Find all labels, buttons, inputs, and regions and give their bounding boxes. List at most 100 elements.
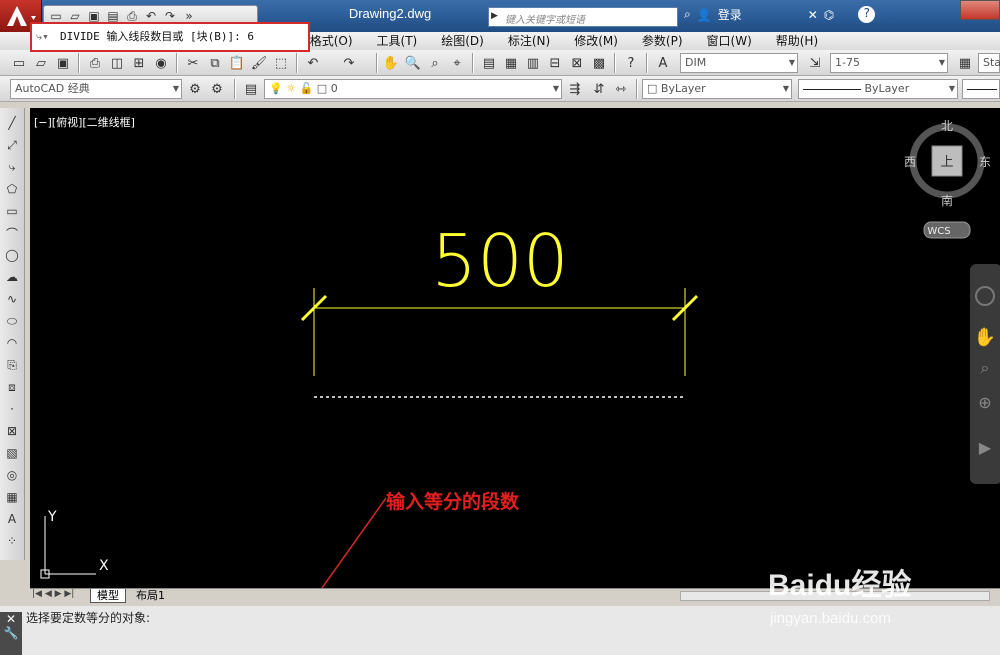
color-select[interactable]: □ ByLayer ▼: [642, 79, 792, 99]
binoculars-icon[interactable]: ⌕: [684, 7, 691, 22]
menu-item[interactable]: 修改(M): [574, 32, 618, 50]
orbit-icon[interactable]: ⊕: [978, 393, 991, 412]
line-icon[interactable]: ╱: [3, 114, 21, 132]
zoom-icon[interactable]: ⌕: [981, 358, 990, 377]
workspace-settings-icon[interactable]: ⚙: [208, 80, 226, 98]
ellipse-arc-icon[interactable]: ◠: [3, 334, 21, 352]
menu-item[interactable]: 参数(P): [642, 32, 683, 50]
compass-north[interactable]: 北: [941, 119, 953, 133]
dim-style-select[interactable]: DIM ▼: [680, 53, 798, 73]
scale-select[interactable]: 1-75 ▼: [830, 53, 948, 73]
lineweight-select[interactable]: [962, 79, 1000, 99]
layer-previous-icon[interactable]: ⇵: [590, 80, 608, 98]
tab-model[interactable]: 模型: [90, 589, 126, 603]
close-window-button[interactable]: [960, 0, 1000, 20]
close-icon[interactable]: ✕: [0, 612, 22, 626]
layer-state-icon[interactable]: ⇿: [612, 80, 630, 98]
table-icon[interactable]: ▦: [3, 488, 21, 506]
pan-icon[interactable]: ✋: [382, 54, 400, 72]
ellipse-icon[interactable]: ⬭: [3, 312, 21, 330]
text-style-icon[interactable]: A: [654, 54, 672, 72]
menu-item[interactable]: 格式(O): [310, 32, 353, 50]
zoom-realtime-icon[interactable]: 🔍: [404, 54, 422, 72]
menu-item[interactable]: 帮助(H): [776, 32, 818, 50]
save-icon[interactable]: ▣: [54, 54, 72, 72]
calculator-icon[interactable]: ▩: [590, 54, 608, 72]
arc-icon[interactable]: ⌒: [3, 224, 21, 242]
print-icon[interactable]: ⎙: [86, 54, 104, 72]
cut-icon[interactable]: ✂: [184, 54, 202, 72]
design-center-icon[interactable]: ▦: [502, 54, 520, 72]
gear-icon[interactable]: ⚙: [186, 80, 204, 98]
revision-cloud-icon[interactable]: ☁: [3, 268, 21, 286]
command-input[interactable]: ⤷▾ DIVIDE 输入线段数目或 [块(B)]: 6: [30, 22, 310, 52]
block-editor-icon[interactable]: ⬚: [272, 54, 290, 72]
viewport-controls[interactable]: [−][俯视][二维线框]: [34, 114, 135, 130]
search-input[interactable]: ▶ 键入关键字或短语: [488, 7, 678, 27]
dim-style-icon[interactable]: ⇲: [806, 54, 824, 72]
tool-palettes-icon[interactable]: ▥: [524, 54, 542, 72]
spline-icon[interactable]: ∿: [3, 290, 21, 308]
help-icon[interactable]: ?: [622, 54, 640, 72]
construction-line-icon[interactable]: ⤢: [3, 136, 21, 154]
compass-east[interactable]: 东: [979, 155, 991, 169]
tab-layout1[interactable]: 布局1: [130, 589, 171, 603]
menu-item[interactable]: 窗口(W): [707, 32, 752, 50]
user-icon[interactable]: 👤: [697, 8, 712, 22]
open-icon[interactable]: ▱: [32, 54, 50, 72]
new-icon[interactable]: ▭: [10, 54, 28, 72]
login-link[interactable]: 登录: [718, 6, 742, 23]
region-icon[interactable]: ◎: [3, 466, 21, 484]
compass-south[interactable]: 南: [941, 193, 953, 208]
zoom-previous-icon[interactable]: ⌖: [448, 54, 466, 72]
tab-nav-arrows-icon[interactable]: |◀ ◀ ▶ ▶|: [32, 589, 74, 599]
insert-block-icon[interactable]: ⎘: [3, 356, 21, 374]
menu-item[interactable]: 绘图(D): [441, 32, 484, 50]
publish-icon[interactable]: ⊞: [130, 54, 148, 72]
3d-icon[interactable]: ◉: [152, 54, 170, 72]
preview-icon[interactable]: ◫: [108, 54, 126, 72]
layer-select[interactable]: 💡 ☼ 🔓 □ 0 ▼: [264, 79, 562, 99]
sheet-set-icon[interactable]: ⊟: [546, 54, 564, 72]
gradient-icon[interactable]: ▧: [3, 444, 21, 462]
hatch-icon[interactable]: ⊠: [3, 422, 21, 440]
linetype-select[interactable]: ByLayer ▼: [798, 79, 958, 99]
match-properties-icon[interactable]: 🖌: [250, 54, 268, 72]
ucs-x-label: X: [99, 558, 109, 574]
title-right-tools: ⌕ 👤 登录 ✕ ⌬ ?: [684, 6, 876, 23]
compass-west[interactable]: 西: [904, 155, 916, 169]
properties-icon[interactable]: ▤: [480, 54, 498, 72]
polyline-icon[interactable]: ⤷: [3, 158, 21, 176]
menu-item[interactable]: 标注(N): [508, 32, 550, 50]
paste-icon[interactable]: 📋: [228, 54, 246, 72]
help-icon[interactable]: ?: [858, 6, 876, 23]
copy-icon[interactable]: ⧉: [206, 54, 224, 72]
add-selected-icon[interactable]: ⁘: [3, 532, 21, 550]
workspace-select[interactable]: AutoCAD 经典 ▼: [10, 79, 182, 99]
annotation-text: 输入等分的段数: [386, 491, 520, 513]
table-style-select[interactable]: Sta: [978, 53, 1000, 73]
pan-icon[interactable]: ✋: [974, 326, 996, 348]
command-recent-icon[interactable]: ⤷▾: [36, 24, 49, 50]
rectangle-icon[interactable]: ▭: [3, 202, 21, 220]
undo-icon[interactable]: ↶: [304, 54, 322, 72]
layer-manager-icon[interactable]: ▤: [242, 80, 260, 98]
menu-item[interactable]: 工具(T): [377, 32, 418, 50]
point-icon[interactable]: ·: [3, 400, 21, 418]
expand-arrow-icon[interactable]: ▶: [491, 11, 498, 21]
polygon-icon[interactable]: ⬠: [3, 180, 21, 198]
multiline-text-icon[interactable]: A: [3, 510, 21, 528]
markup-icon[interactable]: ⊠: [568, 54, 586, 72]
redo-icon[interactable]: ↷: [340, 54, 358, 72]
showmotion-icon[interactable]: ▶: [979, 438, 992, 457]
settings-icon[interactable]: 🔧: [0, 626, 22, 640]
circle-icon[interactable]: ◯: [3, 246, 21, 264]
viewcube[interactable]: 上 北 南 西 东 WCS: [904, 119, 991, 239]
community-icon[interactable]: ⌬: [824, 8, 834, 22]
make-current-icon[interactable]: ⇶: [566, 80, 584, 98]
exchange-icon[interactable]: ✕: [808, 8, 818, 22]
drawing-canvas[interactable]: 500 Y X 上 北 南 西 东 WCS ✋ ⌕ ⊕ ▶ [−][俯视][二维…: [30, 108, 1000, 588]
zoom-window-icon[interactable]: ⌕: [426, 54, 444, 72]
table-style-icon[interactable]: ▦: [956, 54, 974, 72]
make-block-icon[interactable]: ⧈: [3, 378, 21, 396]
